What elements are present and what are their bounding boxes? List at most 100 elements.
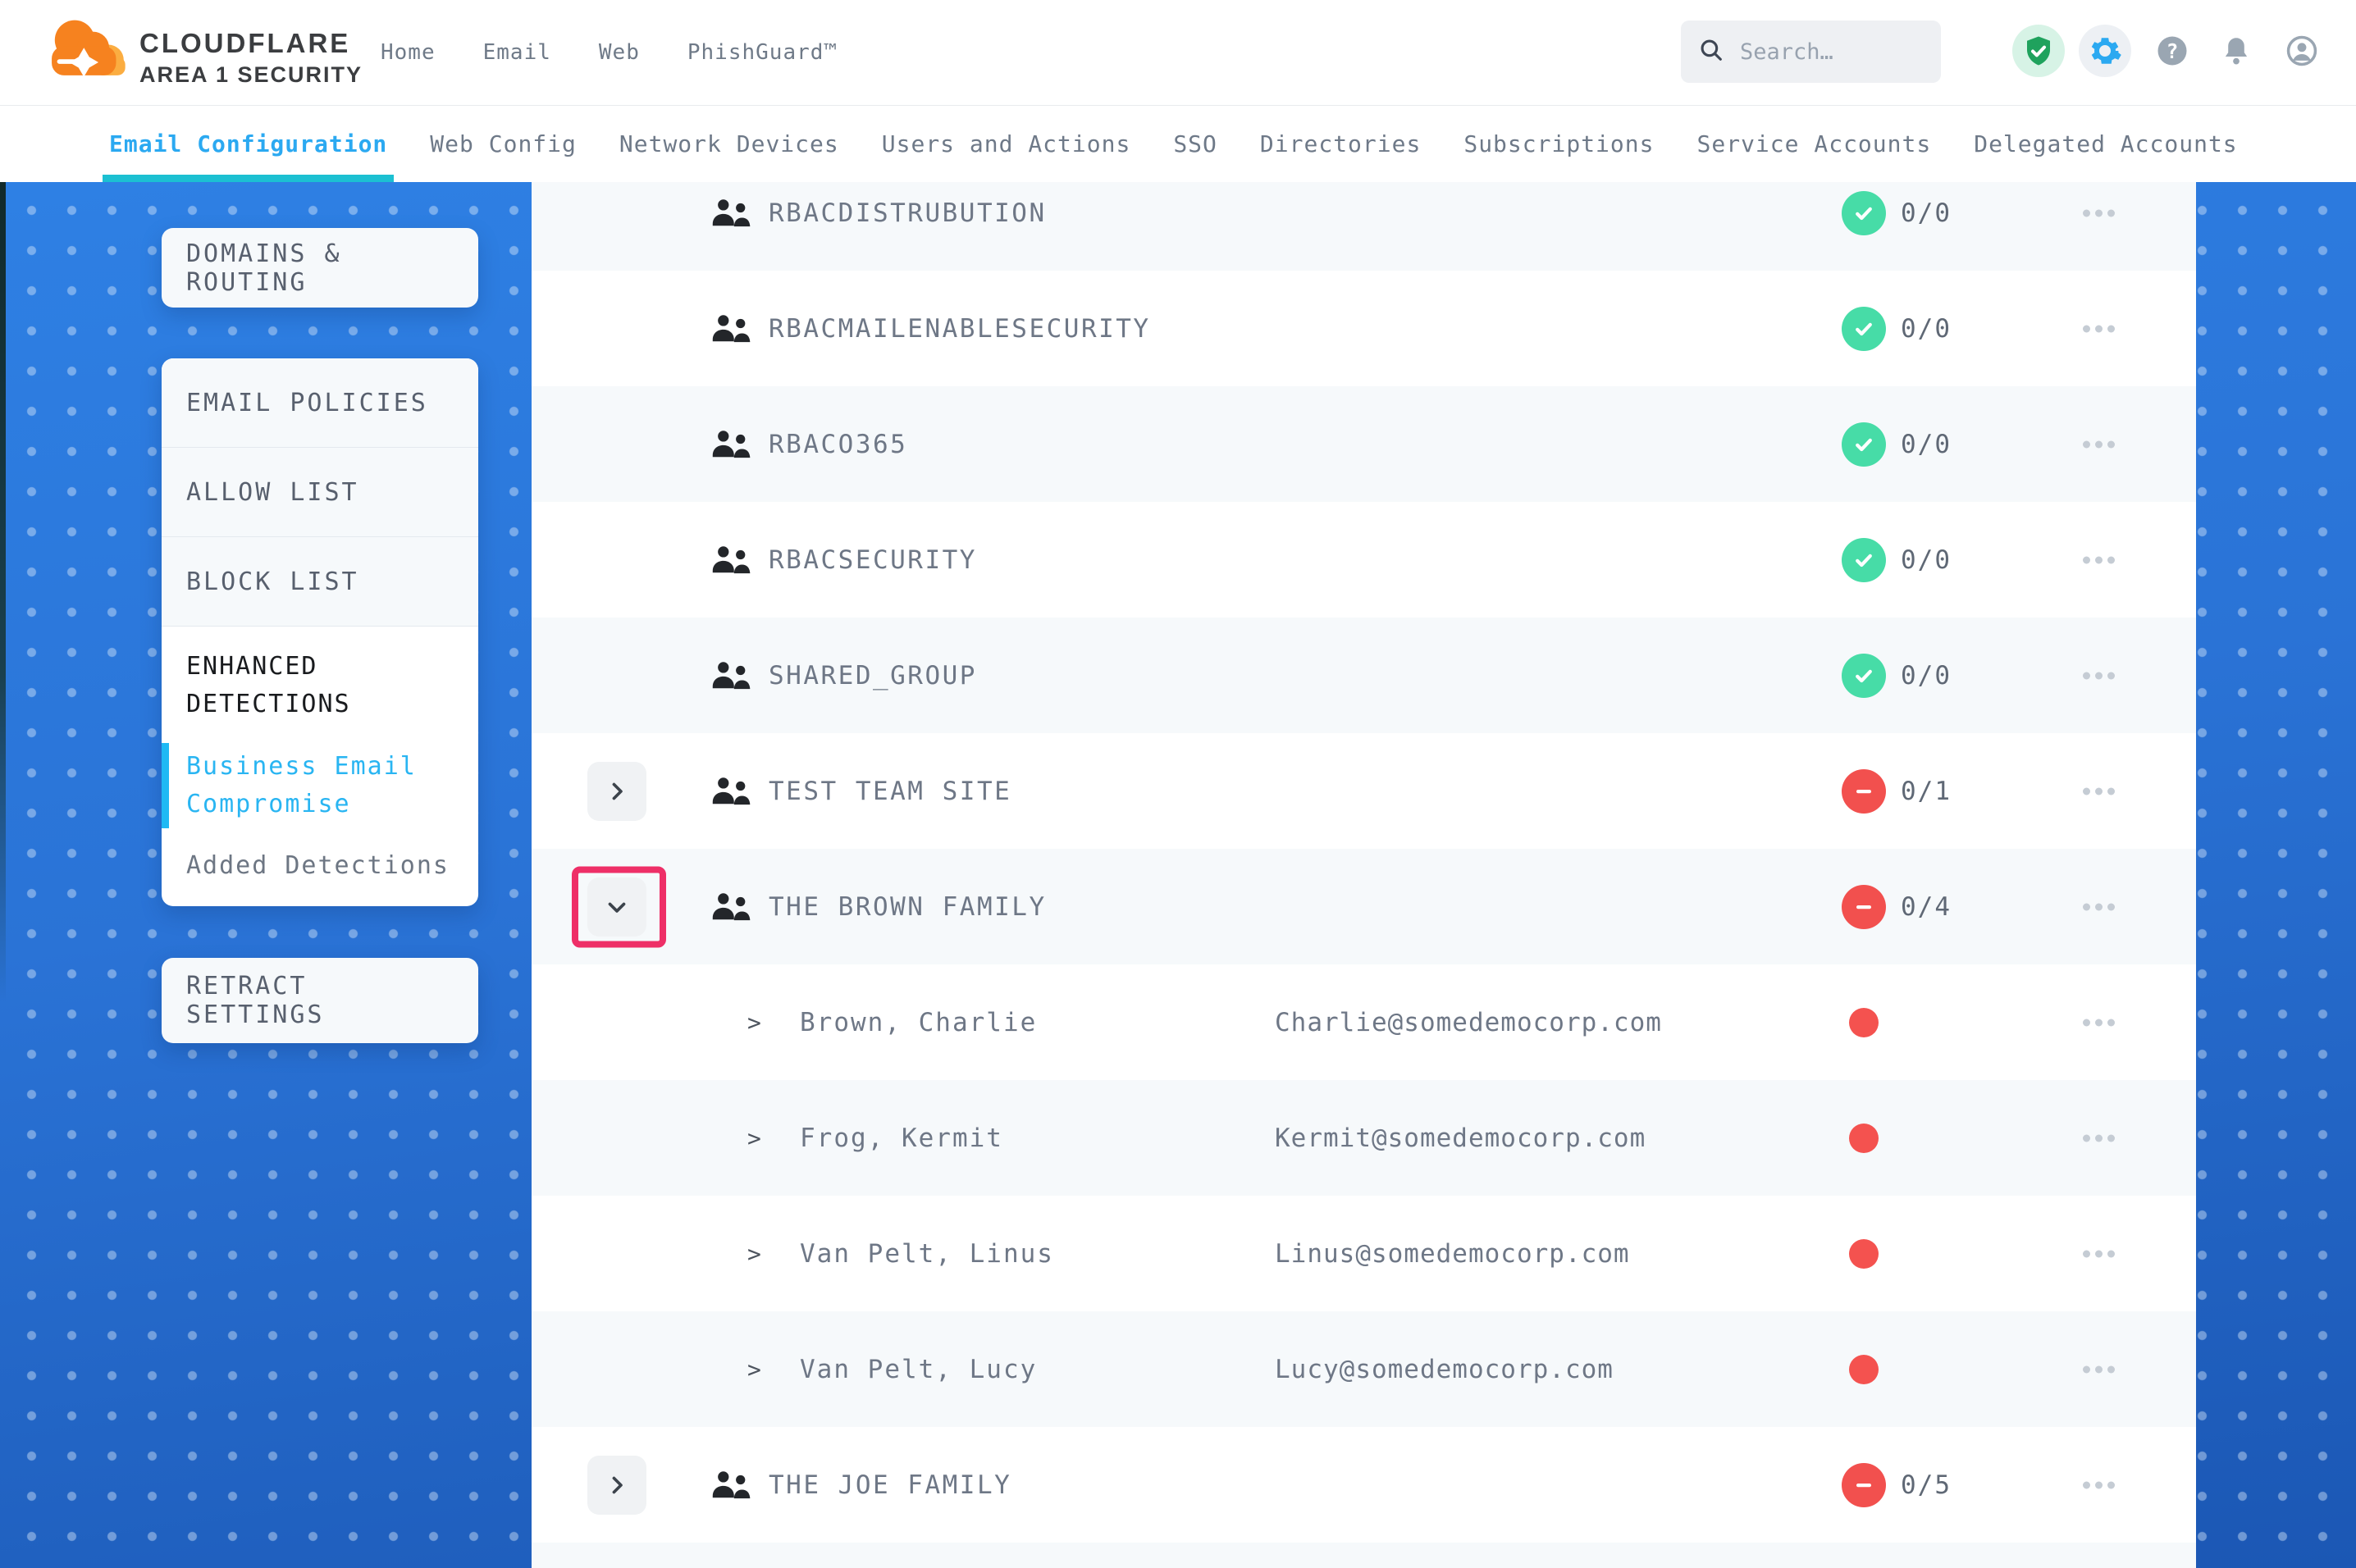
group-icon [708, 659, 751, 693]
member-alert-dot [1849, 1008, 1879, 1037]
member-count: 0/0 [1901, 314, 1952, 344]
member-count: 0/0 [1901, 198, 1952, 228]
settings-gear-icon[interactable] [2079, 25, 2131, 77]
group-row-partial [532, 1543, 2196, 1568]
row-actions-menu[interactable] [2080, 548, 2118, 572]
member-chevron-icon[interactable]: > [747, 1009, 761, 1036]
row-actions-menu[interactable] [2080, 201, 2118, 225]
primary-nav-item-home[interactable]: Home [381, 40, 436, 65]
member-row: >Van Pelt, LucyLucy@somedemocorp.com [532, 1311, 2196, 1427]
group-name: SHARED_GROUP [769, 661, 977, 691]
member-alert-dot [1849, 1124, 1879, 1153]
sidebar-item-label: EMAIL POLICIES [186, 389, 428, 417]
member-count: 0/0 [1901, 661, 1952, 691]
group-name: THE JOE FAMILY [769, 1470, 1011, 1500]
group-row: RBACMAILENABLESECURITY0/0 [532, 271, 2196, 386]
member-email: Charlie@somedemocorp.com [1275, 1008, 1662, 1037]
sidebar-item-email-policies[interactable]: EMAIL POLICIES [162, 358, 478, 448]
sidebar-item-block-list[interactable]: BLOCK LIST [162, 537, 478, 627]
member-count: 0/0 [1901, 545, 1952, 575]
member-row: > Frog, Kermit Kermit@somedemocorp.com [532, 1080, 2196, 1196]
group-icon [708, 774, 751, 809]
tab-email-configuration[interactable]: Email Configuration [109, 105, 387, 182]
tab-directories[interactable]: Directories [1260, 105, 1421, 182]
tab-sso[interactable]: SSO [1173, 105, 1217, 182]
expand-toggle-button[interactable] [587, 1456, 646, 1515]
sidebar-item-label: ALLOW LIST [186, 478, 359, 507]
primary-nav-item-phishguard-[interactable]: PhishGuard™ [687, 40, 838, 65]
group-name: RBACSECURITY [769, 545, 977, 575]
tab-web-config[interactable]: Web Config [430, 105, 577, 182]
group-icon [708, 543, 751, 577]
brand-subtitle: AREA 1 SECURITY [139, 62, 363, 87]
cloudflare-cloud-icon [41, 11, 133, 93]
sidebar-item-allow-list[interactable]: ALLOW LIST [162, 448, 478, 537]
domains-routing-label: DOMAINS & ROUTING [186, 239, 454, 297]
member-chevron-icon[interactable]: > [747, 1124, 761, 1151]
group-icon [708, 312, 751, 346]
sidebar-item-retract-settings[interactable]: RETRACT SETTINGS [162, 958, 478, 1043]
member-chevron-icon[interactable]: > [747, 1356, 761, 1383]
row-actions-menu[interactable] [2080, 317, 2118, 340]
tab-delegated-accounts[interactable]: Delegated Accounts [1974, 105, 2237, 182]
account-icon[interactable] [2276, 25, 2328, 77]
sidebar-policies-card: EMAIL POLICIES ALLOW LIST BLOCK LIST ENHAN… [162, 358, 478, 906]
member-email: Kermit@somedemocorp.com [1275, 1124, 1646, 1153]
member-email: Linus@somedemocorp.com [1275, 1239, 1630, 1269]
expand-toggle-button[interactable] [587, 762, 646, 821]
cloudflare-logo: CLOUDFLARE AREA 1 SECURITY [41, 11, 363, 93]
row-actions-menu[interactable] [2080, 432, 2118, 456]
row-actions-menu[interactable] [2080, 1357, 2118, 1381]
group-icon [708, 890, 751, 924]
retract-settings-label: RETRACT SETTINGS [186, 972, 454, 1029]
notifications-bell-icon[interactable] [2210, 25, 2262, 77]
help-icon[interactable]: ? [2146, 25, 2198, 77]
search-input[interactable] [1738, 39, 1906, 66]
top-bar: CLOUDFLARE AREA 1 SECURITY Home Email Web P… [0, 0, 2356, 106]
tab-network-devices[interactable]: Network Devices [619, 105, 839, 182]
member-row: >Brown, CharlieCharlie@somedemocorp.com [532, 964, 2196, 1080]
screen-edge-artifact [0, 182, 6, 1002]
sidebar-item-domains-routing[interactable]: DOMAINS & ROUTING [162, 228, 478, 308]
member-name: Frog, Kermit [800, 1124, 1003, 1153]
status-badge [1842, 769, 1886, 814]
primary-nav-item-email[interactable]: Email [483, 40, 551, 65]
group-name: TEST TEAM SITE [769, 777, 1011, 806]
annotation-highlight-box [572, 866, 666, 947]
member-count: 0/1 [1901, 777, 1952, 806]
group-name: RBACO365 [769, 430, 907, 459]
search-icon [1697, 36, 1725, 67]
search-box[interactable] [1681, 21, 1941, 83]
row-actions-menu[interactable] [2080, 1126, 2118, 1150]
group-icon [708, 196, 751, 230]
group-name: THE BROWN FAMILY [769, 892, 1047, 922]
row-actions-menu[interactable] [2080, 1473, 2118, 1497]
shield-check-icon[interactable] [2012, 25, 2065, 77]
sidebar-item-business-email-compromise[interactable]: Business Email Compromise [162, 743, 478, 828]
sidebar-item-enhanced-detections[interactable]: ENHANCED DETECTIONS [162, 627, 478, 728]
group-row: THE JOE FAMILY0/5 [532, 1427, 2196, 1543]
policy-list: EMAIL POLICIES ALLOW LIST BLOCK LIST [162, 358, 478, 627]
secondary-tab-bar: Email Configuration Web Config Network Dev… [0, 105, 2356, 182]
tab-subscriptions[interactable]: Subscriptions [1463, 105, 1654, 182]
primary-nav-item-web[interactable]: Web [599, 40, 640, 65]
row-actions-menu[interactable] [2080, 779, 2118, 803]
status-badge [1842, 422, 1886, 467]
svg-text:?: ? [2167, 39, 2179, 63]
row-actions-menu[interactable] [2080, 1010, 2118, 1034]
tab-service-accounts[interactable]: Service Accounts [1697, 105, 1932, 182]
member-row: > Van Pelt, Linus Linus@somedemocorp.com [532, 1196, 2196, 1311]
row-actions-menu[interactable] [2080, 895, 2118, 918]
row-actions-menu[interactable] [2080, 1242, 2118, 1265]
member-count: 0/0 [1901, 430, 1952, 459]
groups-table: RBACDISTRUBUTION0/0RBACMAILENABLESECURIT… [532, 182, 2196, 1568]
group-icon [708, 427, 751, 462]
member-name: Van Pelt, Linus [800, 1239, 1054, 1269]
tab-users-and-actions[interactable]: Users and Actions [882, 105, 1131, 182]
member-chevron-icon[interactable]: > [747, 1240, 761, 1267]
status-badge [1842, 307, 1886, 351]
status-badge [1842, 885, 1886, 929]
groups-table-panel: RBACDISTRUBUTION0/0RBACMAILENABLESECURIT… [532, 182, 2196, 1568]
sidebar-item-added-detections[interactable]: Added Detections [162, 846, 478, 885]
row-actions-menu[interactable] [2080, 663, 2118, 687]
